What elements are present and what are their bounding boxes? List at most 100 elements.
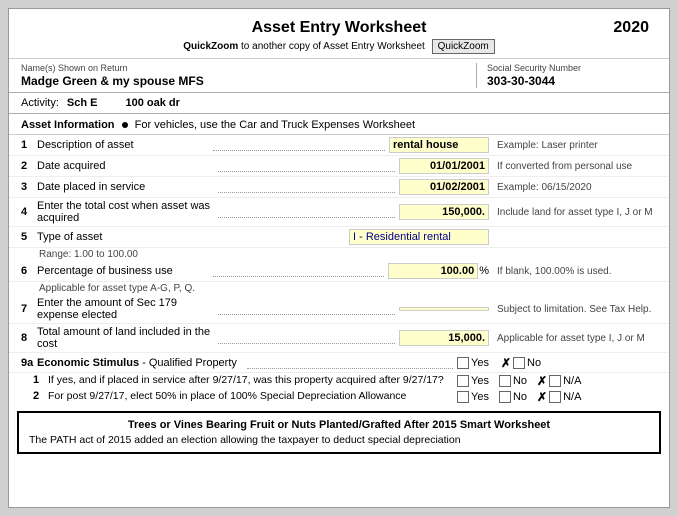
- range-note: Range: 1.00 to 100.00: [9, 248, 669, 261]
- row-3-num: 3: [21, 181, 35, 193]
- row-6-num: 6: [21, 265, 35, 277]
- row-2-num: 2: [21, 160, 35, 172]
- name-ssn-section: Name(s) Shown on Return Madge Green & my…: [9, 59, 669, 93]
- row-2-dots: [218, 160, 395, 172]
- quickzoom-description: to another copy of Asset Entry Worksheet: [241, 41, 425, 52]
- quickzoom-line: QuickZoom to another copy of Asset Entry…: [21, 39, 657, 54]
- row-1-num: 1: [21, 139, 35, 151]
- row-9a-sub1-yes-cb[interactable]: [457, 375, 469, 387]
- row-7-note: Subject to limitation. See Tax Help.: [497, 304, 657, 315]
- row-5-num: 5: [21, 231, 35, 243]
- row-9a-label: Economic Stimulus - Qualified Property: [37, 357, 243, 369]
- ssn-section: Social Security Number 303-30-3044: [477, 63, 657, 88]
- row-2: 2 Date acquired 01/01/2001 If converted …: [9, 156, 669, 177]
- row-1-input[interactable]: rental house: [389, 137, 489, 153]
- row-9a-yes-item: Yes: [457, 357, 489, 369]
- activity-label: Activity:: [21, 97, 59, 109]
- row-9a-stimulus: Economic Stimulus: [37, 357, 139, 369]
- quickzoom-button[interactable]: QuickZoom: [432, 39, 495, 54]
- row-9a-sub1-no-cb[interactable]: [499, 375, 511, 387]
- row-9a-sub2-no-cb[interactable]: [499, 391, 511, 403]
- row-9a-no-x: ✗: [501, 356, 511, 370]
- row-2-input[interactable]: 01/01/2001: [399, 158, 489, 174]
- activity-row: Activity: Sch E 100 oak dr: [9, 93, 669, 114]
- row-1: 1 Description of asset rental house Exam…: [9, 135, 669, 156]
- row-9a-yes-label: Yes: [471, 357, 489, 369]
- percent-sign: %: [479, 265, 489, 277]
- row-9a-sub2-na-cb[interactable]: [549, 391, 561, 403]
- row-5-dropdown[interactable]: I - Residential rental: [349, 229, 489, 245]
- row-6-note1: If blank, 100.00% is used.: [497, 266, 657, 277]
- row-8-input[interactable]: 15,000.: [399, 330, 489, 346]
- row-4: 4 Enter the total cost when asset was ac…: [9, 198, 669, 227]
- row-9a-sub1-na: ✗ N/A: [537, 374, 581, 388]
- row-9a-label2: - Qualified Property: [139, 357, 237, 369]
- row-8: 8 Total amount of land included in the c…: [9, 324, 669, 353]
- row-5-label: Type of asset: [37, 231, 341, 243]
- row-9a-sub1-yes: Yes: [457, 375, 489, 387]
- row-9a-checkbox-group: Yes ✗ No: [457, 356, 657, 370]
- row-1-label: Description of asset: [37, 139, 209, 151]
- row-9a-sub1-na-x: ✗: [537, 374, 547, 388]
- row-9a-sub2-no: No: [499, 391, 527, 403]
- row-7-num: 7: [21, 303, 35, 315]
- row-4-input[interactable]: 150,000.: [399, 204, 489, 220]
- row-9a-sub2: 2 For post 9/27/17, elect 50% in place o…: [9, 389, 669, 405]
- row-4-num: 4: [21, 206, 35, 218]
- row-9a-no-item: ✗ No: [501, 356, 541, 370]
- bottom-box: Trees or Vines Bearing Fruit or Nuts Pla…: [17, 411, 661, 454]
- row-5: 5 Type of asset I - Residential rental: [9, 227, 669, 248]
- bottom-box-title: Trees or Vines Bearing Fruit or Nuts Pla…: [29, 419, 649, 431]
- row-9a-sub2-num: 2: [33, 390, 45, 402]
- activity-value2: 100 oak dr: [125, 97, 179, 109]
- row-9a-sub2-cb-group: Yes No ✗ N/A: [457, 390, 657, 404]
- activity-value1: Sch E: [67, 97, 98, 109]
- row-9a-yes-checkbox[interactable]: [457, 357, 469, 369]
- bottom-box-text: The PATH act of 2015 added an election a…: [29, 434, 649, 446]
- row-7: 7 Enter the amount of Sec 179 expense el…: [9, 295, 669, 324]
- row-9a-sub1-no-label: No: [513, 375, 527, 387]
- row-3-label: Date placed in service: [37, 181, 214, 193]
- row-8-label: Total amount of land included in the cos…: [37, 326, 214, 350]
- row-2-note: If converted from personal use: [497, 161, 657, 172]
- row-3-dots: [218, 181, 395, 193]
- row-7-dots: [218, 303, 395, 315]
- row-6-note2: Applicable for asset type A-G, P, Q.: [9, 282, 669, 295]
- row-9a-sub2-na: ✗ N/A: [537, 390, 581, 404]
- row-9a-no-checkbox[interactable]: [513, 357, 525, 369]
- row-9a-sub2-yes: Yes: [457, 391, 489, 403]
- row-9a-sub2-yes-cb[interactable]: [457, 391, 469, 403]
- row-9a: 9a Economic Stimulus - Qualified Propert…: [9, 353, 669, 373]
- ssn-label: Social Security Number: [487, 63, 657, 73]
- row-9a-sub1-num: 1: [33, 374, 45, 386]
- year-label: 2020: [613, 19, 649, 37]
- row-9a-sub1-cb-group: Yes No ✗ N/A: [457, 374, 657, 388]
- row-9a-sub2-yes-label: Yes: [471, 391, 489, 403]
- row-9a-sub1-label: If yes, and if placed in service after 9…: [48, 374, 457, 388]
- row-6-input[interactable]: 100.00: [388, 263, 478, 279]
- page-title: Asset Entry Worksheet: [252, 19, 427, 36]
- name-section: Name(s) Shown on Return Madge Green & my…: [21, 63, 477, 88]
- row-3: 3 Date placed in service 01/02/2001 Exam…: [9, 177, 669, 198]
- row-7-input[interactable]: [399, 307, 489, 311]
- row-9a-sub2-na-label: N/A: [563, 391, 581, 403]
- row-9a-sub2-label: For post 9/27/17, elect 50% in place of …: [48, 390, 457, 404]
- row-9a-no-label: No: [527, 357, 541, 369]
- page-header: Asset Entry Worksheet 2020 QuickZoom to …: [9, 9, 669, 59]
- quickzoom-label[interactable]: QuickZoom: [183, 41, 238, 52]
- row-3-input[interactable]: 01/02/2001: [399, 179, 489, 195]
- name-value: Madge Green & my spouse MFS: [21, 74, 466, 88]
- asset-info-title: Asset Information: [21, 119, 115, 131]
- row-7-label: Enter the amount of Sec 179 expense elec…: [37, 297, 214, 321]
- row-4-dots: [218, 206, 395, 218]
- asset-info-header: Asset Information For vehicles, use the …: [9, 114, 669, 135]
- dot-divider: [122, 122, 128, 128]
- row-9a-sub1-na-label: N/A: [563, 375, 581, 387]
- row-4-note: Include land for asset type I, J or M: [497, 207, 657, 218]
- row-9a-sub2-no-label: No: [513, 391, 527, 403]
- row-9a-sub2-na-x: ✗: [537, 390, 547, 404]
- row-9a-dots: [247, 357, 453, 369]
- ssn-value: 303-30-3044: [487, 74, 657, 88]
- row-9a-sub1-na-cb[interactable]: [549, 375, 561, 387]
- row-9a-sub1-no: No: [499, 375, 527, 387]
